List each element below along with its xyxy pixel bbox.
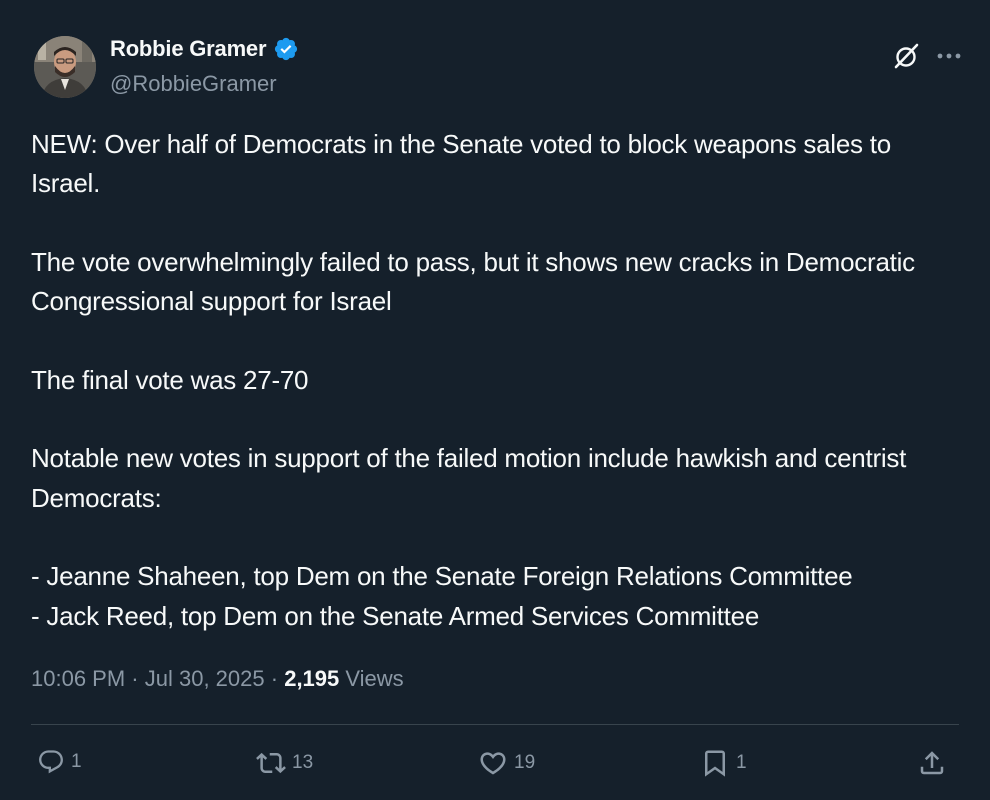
tweet-text: NEW: Over half of Democrats in the Senat… [31, 129, 915, 631]
grok-icon[interactable] [892, 42, 920, 70]
more-options-icon[interactable] [936, 52, 962, 60]
views-label: Views [345, 666, 404, 691]
avatar[interactable] [34, 36, 96, 98]
author-handle[interactable]: @RobbieGramer [110, 71, 277, 97]
share-button[interactable] [917, 748, 947, 778]
bookmark-count: 1 [736, 752, 747, 773]
repost-icon [256, 752, 286, 774]
bookmark-button[interactable]: 1 [700, 748, 747, 778]
bookmark-icon [705, 750, 725, 777]
tweet-time[interactable]: 10:06 PM [31, 666, 125, 691]
divider [31, 724, 959, 725]
author-name-row: Robbie Gramer [110, 36, 299, 62]
share-icon [920, 751, 944, 775]
tweet-card: Robbie Gramer @RobbieGramer NEW: Over ha… [0, 0, 990, 800]
repost-count: 13 [292, 752, 314, 773]
meta-separator: · [270, 666, 279, 691]
avatar-image [34, 36, 96, 98]
repost-button[interactable]: 13 [256, 748, 313, 778]
tweet-metadata: 10:06 PM · Jul 30, 2025 · 2,195 Views [31, 666, 404, 692]
tweet-date[interactable]: Jul 30, 2025 [145, 666, 265, 691]
reply-button[interactable]: 1 [37, 748, 82, 776]
verified-badge-icon [275, 37, 298, 61]
author-display-name[interactable]: Robbie Gramer [110, 36, 267, 62]
reply-icon [39, 750, 63, 774]
like-icon [480, 752, 506, 775]
reply-count: 1 [71, 751, 82, 772]
meta-separator: · [131, 666, 139, 691]
tweet-header-actions [892, 42, 962, 70]
like-count: 19 [514, 752, 536, 773]
views-count: 2,195 [284, 666, 340, 691]
like-button[interactable]: 19 [478, 748, 535, 778]
